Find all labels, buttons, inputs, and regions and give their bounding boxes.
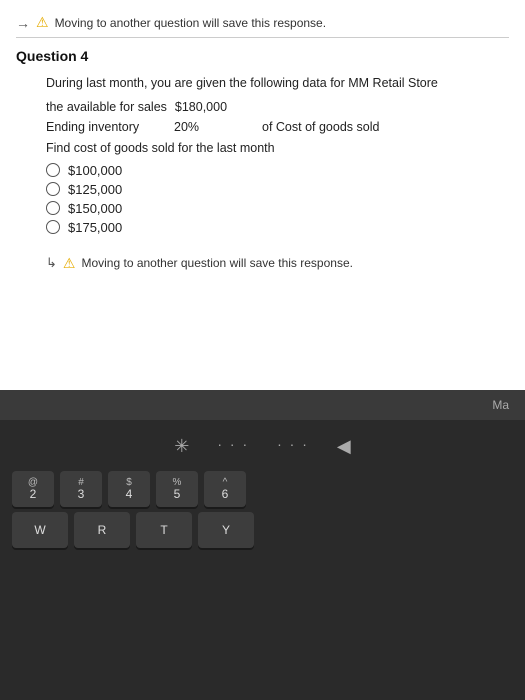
keyboard: ✳ · · · · · · ◀ @ 2 # 3 $ 4 % 5 ^ 6 W — [0, 420, 525, 700]
option-label-4: $175,000 — [68, 220, 122, 235]
bottom-warning-bar: ↳ ⚠ Moving to another question will save… — [46, 251, 509, 272]
touchbar-key-1[interactable]: ✳ — [174, 436, 189, 457]
option-label-1: $100,000 — [68, 163, 122, 178]
key-at-2[interactable]: @ 2 — [12, 471, 54, 507]
question-header: Question 4 — [16, 48, 509, 64]
data-value-available: $180,000 — [175, 97, 255, 117]
radio-1[interactable] — [46, 163, 60, 177]
option-item-4[interactable]: $175,000 — [46, 220, 509, 235]
option-item-1[interactable]: $100,000 — [46, 163, 509, 178]
key-hash-3[interactable]: # 3 — [60, 471, 102, 507]
key-percent-5[interactable]: % 5 — [156, 471, 198, 507]
data-label-ending: Ending inventory — [46, 117, 166, 137]
key-row-letters: W R T Y — [0, 512, 525, 548]
bottom-arrow-icon: ↳ — [46, 255, 57, 271]
radio-2[interactable] — [46, 182, 60, 196]
data-row-ending: Ending inventory 20% of Cost of goods so… — [46, 117, 509, 137]
option-item-3[interactable]: $150,000 — [46, 201, 509, 216]
key-caret-6[interactable]: ^ 6 — [204, 471, 246, 507]
key-w[interactable]: W — [12, 512, 68, 548]
data-extra-ending: of Cost of goods sold — [262, 117, 379, 137]
option-item-2[interactable]: $125,000 — [46, 182, 509, 197]
find-text: Find cost of goods sold for the last mon… — [46, 141, 509, 155]
question-intro: During last month, you are given the fol… — [46, 74, 509, 93]
data-label-available: the available for sales — [46, 97, 167, 117]
key-t[interactable]: T — [136, 512, 192, 548]
options-list: $100,000 $125,000 $150,000 $175,000 — [46, 163, 509, 235]
data-row-available: the available for sales $180,000 — [46, 97, 509, 117]
question-content: During last month, you are given the fol… — [16, 74, 509, 272]
bezel-bottom: Ma — [0, 390, 525, 420]
key-dollar-4[interactable]: $ 4 — [108, 471, 150, 507]
arrow-icon: → — [16, 15, 30, 31]
warning-icon-bottom: ⚠ — [63, 255, 76, 272]
touchbar: ✳ · · · · · · ◀ — [0, 430, 525, 465]
radio-3[interactable] — [46, 201, 60, 215]
data-value-ending: 20% — [174, 117, 254, 137]
top-warning-bar: → ⚠ Moving to another question will save… — [16, 10, 509, 38]
key-r[interactable]: R — [74, 512, 130, 548]
warning-icon-top: ⚠ — [36, 14, 49, 31]
key-y[interactable]: Y — [198, 512, 254, 548]
touchbar-key-4[interactable]: ◀ — [337, 436, 351, 457]
option-label-2: $125,000 — [68, 182, 122, 197]
bottom-warning-text: Moving to another question will save thi… — [81, 256, 352, 270]
option-label-3: $150,000 — [68, 201, 122, 216]
top-warning-text: Moving to another question will save thi… — [55, 16, 326, 30]
touchbar-key-2[interactable]: · · · — [217, 436, 249, 457]
key-row-numbers: @ 2 # 3 $ 4 % 5 ^ 6 — [0, 471, 525, 507]
bezel-text: Ma — [492, 398, 509, 412]
radio-4[interactable] — [46, 220, 60, 234]
touchbar-key-3[interactable]: · · · — [277, 436, 309, 457]
screen: → ⚠ Moving to another question will save… — [0, 0, 525, 390]
